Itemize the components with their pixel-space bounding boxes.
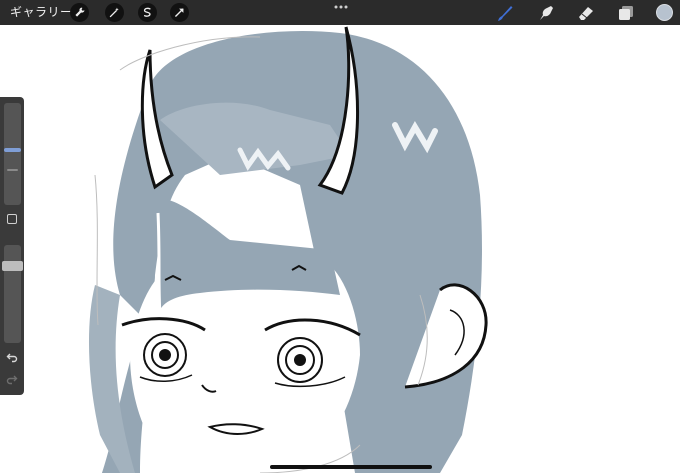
magic-wand-icon bbox=[109, 7, 119, 18]
brush-size-slider[interactable] bbox=[4, 103, 21, 205]
eraser-tool-button[interactable] bbox=[575, 3, 597, 23]
layers-button[interactable] bbox=[615, 3, 637, 23]
transform-arrow-icon bbox=[175, 8, 184, 17]
redo-icon[interactable] bbox=[6, 373, 18, 385]
brush-sidebar bbox=[0, 97, 24, 395]
more-dots-icon[interactable] bbox=[333, 4, 349, 10]
brush-tool-button[interactable] bbox=[494, 3, 516, 23]
adjustments-button[interactable] bbox=[105, 3, 124, 22]
brush-size-tick bbox=[7, 169, 18, 171]
actions-button[interactable] bbox=[70, 3, 89, 22]
top-toolbar: ギャラリー bbox=[0, 0, 680, 25]
home-indicator bbox=[270, 465, 432, 469]
smudge-icon bbox=[540, 6, 553, 20]
gallery-button[interactable]: ギャラリー bbox=[10, 5, 73, 20]
brush-size-handle[interactable] bbox=[4, 148, 21, 152]
layers-icon bbox=[619, 6, 633, 20]
selection-icon bbox=[143, 7, 151, 17]
undo-icon[interactable] bbox=[6, 351, 18, 363]
opacity-handle[interactable] bbox=[2, 261, 23, 271]
transform-button[interactable] bbox=[170, 3, 189, 22]
brush-icon bbox=[498, 6, 513, 21]
right-pupil bbox=[294, 354, 306, 366]
drawing-canvas[interactable] bbox=[0, 25, 680, 473]
smudge-tool-button[interactable] bbox=[535, 3, 557, 23]
modify-button[interactable] bbox=[7, 214, 17, 224]
bangs-edge bbox=[156, 212, 162, 316]
color-picker-button[interactable] bbox=[656, 4, 673, 21]
eraser-icon bbox=[579, 7, 593, 20]
selection-button[interactable] bbox=[138, 3, 157, 22]
left-pupil bbox=[159, 349, 171, 361]
opacity-slider[interactable] bbox=[4, 245, 21, 343]
wrench-icon bbox=[75, 7, 85, 17]
